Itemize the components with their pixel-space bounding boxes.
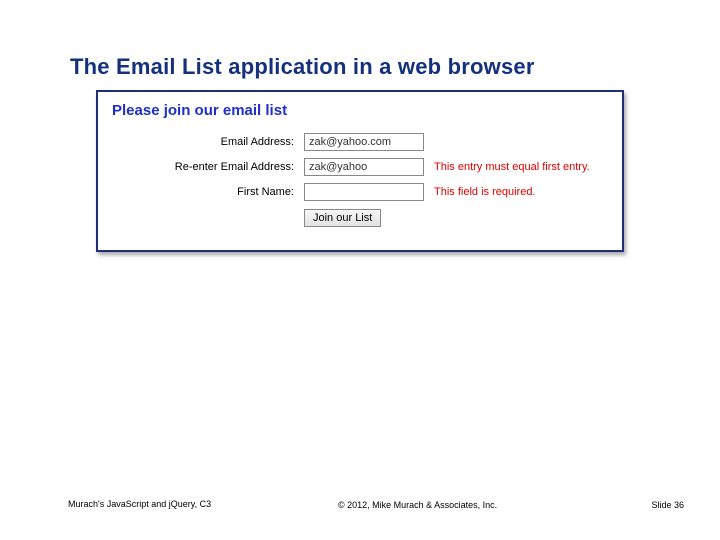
browser-screenshot: Please join our email list Email Address…	[96, 90, 624, 252]
label-email: Email Address:	[112, 136, 304, 148]
form-row: Re-enter Email Address: This entry must …	[112, 156, 608, 178]
input-first-name[interactable]	[304, 183, 424, 201]
error-email-confirm: This entry must equal first entry.	[424, 161, 590, 173]
form-row: Email Address:	[112, 131, 608, 153]
error-first-name: This field is required.	[424, 186, 536, 198]
input-email-confirm[interactable]	[304, 158, 424, 176]
slide: The Email List application in a web brow…	[0, 0, 720, 540]
input-email[interactable]	[304, 133, 424, 151]
label-first-name: First Name:	[112, 186, 304, 198]
footer: Murach's JavaScript and jQuery, C3 © 201…	[68, 499, 684, 510]
form-heading: Please join our email list	[112, 102, 608, 119]
footer-slide-number: Slide 36	[624, 500, 684, 510]
footer-book-ref: Murach's JavaScript and jQuery, C3	[68, 499, 211, 510]
form-row: First Name: This field is required.	[112, 181, 608, 203]
footer-copyright: © 2012, Mike Murach & Associates, Inc.	[211, 500, 624, 510]
slide-title: The Email List application in a web brow…	[70, 54, 535, 80]
label-email-confirm: Re-enter Email Address:	[112, 161, 304, 173]
submit-row: Join our List	[112, 209, 608, 227]
join-button[interactable]: Join our List	[304, 209, 381, 227]
